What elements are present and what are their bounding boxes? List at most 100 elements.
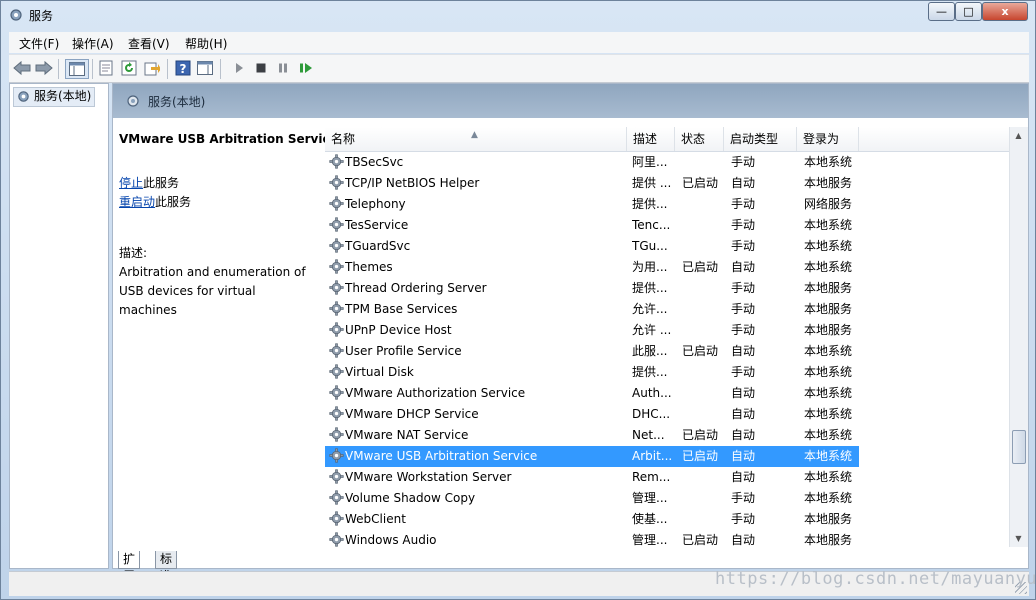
show-hide-tree-icon[interactable]: [65, 59, 89, 79]
service-startup-type: 自动: [731, 533, 756, 547]
service-row[interactable]: VMware DHCP Service DHC... 自动 本地系统: [325, 404, 859, 425]
watermark: https://blog.csdn.net/mayuanyun: [715, 569, 1036, 589]
toolbar: ?: [9, 54, 1029, 83]
tab-extended[interactable]: 扩展: [118, 551, 141, 583]
stop-service-suffix: 此服务: [143, 176, 180, 190]
service-status: 已启动: [682, 449, 719, 463]
service-row[interactable]: WebClient 使基... 手动 本地服务: [325, 509, 859, 530]
service-row[interactable]: TesService Tenc... 手动 本地系统: [325, 215, 859, 236]
description-label: 描述:: [119, 246, 148, 260]
scroll-up-icon[interactable]: ▲: [1010, 127, 1027, 144]
menu-action[interactable]: 操作(A): [72, 35, 114, 52]
service-name: Virtual Disk: [345, 365, 414, 379]
service-row[interactable]: Telephony 提供... 手动 网络服务: [325, 194, 859, 215]
service-name: Windows Audio: [345, 533, 437, 547]
properties-icon[interactable]: [97, 59, 115, 77]
service-row[interactable]: Windows Audio 管理... 已启动 自动 本地服务: [325, 530, 859, 547]
service-status: [682, 236, 726, 257]
column-header-status[interactable]: 状态: [675, 127, 724, 151]
service-row[interactable]: TBSecSvc 阿里... 手动 本地系统: [325, 152, 859, 173]
service-row[interactable]: VMware NAT Service Net... 已启动 自动 本地系统: [325, 425, 859, 446]
title-bar[interactable]: 服务 — □ x: [1, 1, 1035, 29]
service-status: [682, 152, 726, 173]
close-button[interactable]: x: [982, 2, 1028, 21]
service-row[interactable]: VMware USB Arbitration Service Arbit... 已启…: [325, 446, 859, 467]
service-row[interactable]: Virtual Disk 提供... 手动 本地系统: [325, 362, 859, 383]
maximize-button[interactable]: □: [955, 2, 982, 21]
service-startup-type: 自动: [731, 428, 756, 442]
service-name: TCP/IP NetBIOS Helper: [345, 176, 480, 190]
refresh-icon[interactable]: [120, 59, 138, 77]
service-row[interactable]: UPnP Device Host 允许 ... 手动 本地服务: [325, 320, 859, 341]
service-desc: Rem...: [632, 470, 671, 484]
help-icon[interactable]: ?: [174, 59, 192, 77]
service-desc: 阿里...: [632, 155, 668, 169]
service-row[interactable]: TPM Base Services 允许... 手动 本地服务: [325, 299, 859, 320]
restart-service-link[interactable]: 重启动: [119, 195, 155, 209]
export-list-icon[interactable]: [143, 59, 161, 77]
services-gear-icon: [127, 95, 139, 107]
service-startup-type: 自动: [731, 260, 756, 274]
service-gear-icon: [329, 238, 344, 253]
service-name: TBSecSvc: [345, 155, 404, 169]
service-logon-as: 本地系统: [804, 449, 853, 463]
stop-service-link[interactable]: 停止: [119, 176, 143, 190]
stop-service-icon[interactable]: [252, 59, 270, 77]
service-detail-panel: VMware USB Arbitration Service 停止此服务 重启动…: [119, 132, 338, 320]
service-status: [682, 467, 726, 488]
service-startup-type: 自动: [731, 386, 756, 400]
scroll-down-icon[interactable]: ▼: [1010, 530, 1027, 547]
service-row[interactable]: TGuardSvc TGu... 手动 本地系统: [325, 236, 859, 257]
minimize-button[interactable]: —: [928, 2, 955, 21]
menu-file[interactable]: 文件(F): [19, 35, 59, 52]
pane-title: 服务(本地): [148, 95, 206, 109]
service-row[interactable]: Volume Shadow Copy 管理... 手动 本地系统: [325, 488, 859, 509]
service-gear-icon: [329, 469, 344, 484]
column-header-name[interactable]: 名称 ▲: [325, 127, 627, 151]
service-startup-type: 自动: [731, 344, 756, 358]
service-status: [682, 362, 726, 383]
service-row[interactable]: User Profile Service 此服... 已启动 自动 本地系统: [325, 341, 859, 362]
restart-service-icon[interactable]: [297, 59, 315, 77]
service-logon-as: 本地系统: [804, 470, 853, 484]
service-gear-icon: [329, 427, 344, 442]
service-gear-icon: [329, 511, 344, 526]
service-status: 已启动: [682, 344, 719, 358]
service-desc: 此服...: [632, 344, 668, 358]
column-header-logon[interactable]: 登录为: [797, 127, 859, 151]
vertical-scrollbar[interactable]: ▲ ▼: [1009, 127, 1028, 547]
forward-arrow-icon[interactable]: [35, 59, 53, 77]
tree-item-services-local[interactable]: 服务(本地): [13, 87, 96, 107]
menu-view[interactable]: 查看(V): [128, 35, 170, 52]
service-desc: 提供...: [632, 365, 668, 379]
service-row[interactable]: VMware Authorization Service Auth... 自动 本地系…: [325, 383, 859, 404]
service-row[interactable]: VMware Workstation Server Rem... 自动 本地系统: [325, 467, 859, 488]
pause-service-icon[interactable]: [274, 59, 292, 77]
column-header-startup[interactable]: 启动类型: [724, 127, 797, 151]
menu-help[interactable]: 帮助(H): [185, 35, 227, 52]
service-row[interactable]: TCP/IP NetBIOS Helper 提供 ... 已启动 自动 本地服务: [325, 173, 859, 194]
service-startup-type: 手动: [731, 239, 756, 253]
service-row[interactable]: Thread Ordering Server 提供... 手动 本地服务: [325, 278, 859, 299]
column-desc-label: 描述: [633, 132, 658, 146]
service-desc: 提供...: [632, 281, 668, 295]
service-desc: 提供 ...: [632, 176, 672, 190]
scrollbar-thumb[interactable]: [1012, 430, 1026, 464]
service-gear-icon: [329, 343, 344, 358]
service-gear-icon: [329, 217, 344, 232]
service-name: UPnP Device Host: [345, 323, 452, 337]
tab-standard[interactable]: 标准: [155, 551, 178, 583]
start-service-icon[interactable]: [230, 59, 248, 77]
service-desc: Arbit...: [632, 449, 673, 463]
service-status: 已启动: [682, 260, 719, 274]
service-logon-as: 本地服务: [804, 281, 853, 295]
service-row[interactable]: Themes 为用... 已启动 自动 本地系统: [325, 257, 859, 278]
column-header-desc[interactable]: 描述: [627, 127, 675, 151]
service-status: 已启动: [682, 533, 719, 547]
back-arrow-icon[interactable]: [13, 59, 31, 77]
service-gear-icon: [329, 322, 344, 337]
service-logon-as: 本地服务: [804, 533, 853, 547]
service-gear-icon: [329, 280, 344, 295]
show-action-pane-icon[interactable]: [196, 59, 214, 77]
service-logon-as: 本地系统: [804, 407, 853, 421]
